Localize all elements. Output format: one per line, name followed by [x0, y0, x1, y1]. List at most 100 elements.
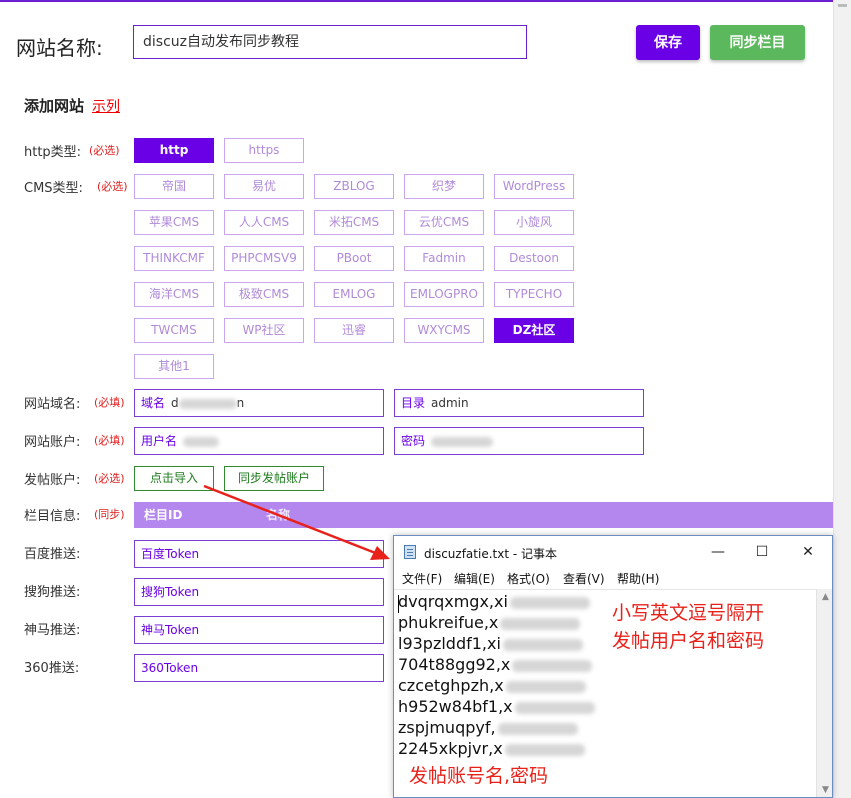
cms-option[interactable]: TWCMS: [134, 318, 214, 343]
username-input[interactable]: 用户名: [134, 427, 384, 455]
blurred-text: [502, 638, 583, 651]
cms-option[interactable]: EMLOG: [314, 282, 394, 307]
cms-option[interactable]: PHPCMSV9: [224, 246, 304, 271]
notepad-icon: [404, 545, 416, 559]
directory-field-label: 目录: [401, 396, 426, 410]
https-option[interactable]: https: [224, 138, 304, 163]
username-field-label: 用户名: [141, 434, 178, 448]
domain-input[interactable]: 域名 d n: [134, 389, 384, 417]
cms-option[interactable]: 人人CMS: [224, 210, 304, 235]
post-account-required: (必选): [94, 472, 125, 485]
notepad-line: czcetghpzh,x: [398, 676, 586, 695]
cms-option[interactable]: 织梦: [404, 174, 484, 199]
cms-option[interactable]: ZBLOG: [314, 174, 394, 199]
menu-view[interactable]: 查看(V): [563, 569, 605, 589]
example-link[interactable]: 示列: [92, 96, 120, 116]
domain-label: 网站域名:: [24, 397, 81, 412]
account-required: (必填): [94, 434, 125, 447]
shenma-token-input[interactable]: 神马Token: [134, 616, 384, 644]
cms-option[interactable]: 极致CMS: [224, 282, 304, 307]
domain-field-suffix: n: [236, 396, 245, 410]
cms-option[interactable]: 米拓CMS: [314, 210, 394, 235]
http-type-label: http类型:: [24, 145, 82, 160]
sync-post-account-button[interactable]: 同步发帖账户: [224, 466, 324, 491]
shenma-push-label: 神马推送:: [24, 623, 81, 638]
cms-option[interactable]: 小旋风: [494, 210, 574, 235]
notepad-line: dvqrqxmgx,xi: [398, 592, 590, 611]
annotation-note-1: 小写英文逗号隔开 发帖用户名和密码: [612, 599, 764, 655]
360-push-label: 360推送:: [24, 661, 80, 676]
scroll-up-icon[interactable]: ▲: [817, 589, 832, 606]
menu-format[interactable]: 格式(O): [507, 569, 550, 589]
notepad-line: zspjmuqpyf,: [398, 718, 578, 737]
close-icon[interactable]: ✕: [798, 542, 818, 562]
cms-option[interactable]: THINKCMF: [134, 246, 214, 271]
blurred-text: [512, 659, 593, 672]
page-scrollbar[interactable]: [833, 0, 851, 798]
baidu-push-label: 百度推送:: [24, 547, 81, 562]
cms-option[interactable]: 云优CMS: [404, 210, 484, 235]
sync-categories-button[interactable]: 同步栏目: [710, 25, 805, 60]
minimize-icon[interactable]: —: [708, 542, 728, 562]
baidu-token-input[interactable]: 百度Token: [134, 540, 384, 568]
notepad-line-text: 704t88gg92,x: [398, 655, 511, 674]
sogou-push-label: 搜狗推送:: [24, 585, 81, 600]
menu-help[interactable]: 帮助(H): [617, 569, 659, 589]
360-token-input[interactable]: 360Token: [134, 654, 384, 682]
domain-required: (必填): [94, 396, 125, 409]
category-label: 栏目信息:: [24, 509, 81, 524]
domain-field-label: 域名: [141, 396, 166, 410]
cms-option[interactable]: 苹果CMS: [134, 210, 214, 235]
cms-option[interactable]: Destoon: [494, 246, 574, 271]
notepad-line: 2245xkpjvr,x: [398, 739, 585, 758]
menu-file[interactable]: 文件(F): [402, 569, 442, 589]
directory-input[interactable]: 目录 admin: [394, 389, 644, 417]
cms-option[interactable]: 其他1: [134, 354, 214, 379]
menu-edit[interactable]: 编辑(E): [454, 569, 495, 589]
cms-option[interactable]: DZ社区: [494, 318, 574, 343]
cms-option[interactable]: 海洋CMS: [134, 282, 214, 307]
cms-type-required: (必选): [97, 180, 128, 193]
category-name-header: 名称: [266, 508, 291, 522]
category-table-header: 栏目ID 名称: [134, 502, 833, 528]
notepad-line: 704t88gg92,x: [398, 655, 593, 674]
blurred-text: [183, 436, 220, 447]
cms-option[interactable]: Fadmin: [404, 246, 484, 271]
cms-option[interactable]: WXYCMS: [404, 318, 484, 343]
cms-option[interactable]: 帝国: [134, 174, 214, 199]
notepad-line-text: dvqrqxmgx,xi: [398, 592, 508, 611]
blurred-text: [505, 680, 586, 693]
cms-option[interactable]: 迅睿: [314, 318, 394, 343]
notepad-scrollbar[interactable]: ▲ ▼: [816, 589, 832, 797]
cms-option[interactable]: TYPECHO: [494, 282, 574, 307]
cms-option[interactable]: WP社区: [224, 318, 304, 343]
blurred-text: [509, 596, 590, 609]
notepad-line-text: czcetghpzh,x: [398, 676, 504, 695]
cms-option[interactable]: EMLOGPRO: [404, 282, 484, 307]
blurred-text: [178, 398, 237, 409]
blurred-text: [514, 701, 595, 714]
notepad-titlebar[interactable]: discuzfatie.txt - 记事本 — ☐ ✕: [394, 536, 832, 568]
cms-option[interactable]: WordPress: [494, 174, 574, 199]
notepad-line-text: phukreifue,x: [398, 613, 499, 632]
http-option[interactable]: http: [134, 138, 214, 163]
cms-type-label: CMS类型:: [24, 181, 83, 196]
maximize-icon[interactable]: ☐: [752, 542, 772, 562]
notepad-menubar: 文件(F) 编辑(E) 格式(O) 查看(V) 帮助(H): [394, 568, 832, 588]
account-label: 网站账户:: [24, 435, 81, 450]
import-button[interactable]: 点击导入: [134, 466, 214, 491]
domain-field-value: d: [171, 396, 179, 410]
notepad-line-text: l93pzlddf1,xi: [398, 634, 501, 653]
scrollbar-thumb[interactable]: [838, 4, 847, 7]
save-button[interactable]: 保存: [636, 25, 700, 60]
blurred-text: [500, 617, 581, 630]
cms-option[interactable]: PBoot: [314, 246, 394, 271]
password-input[interactable]: 密码: [394, 427, 644, 455]
site-name-label: 网站名称:: [16, 36, 103, 60]
scroll-down-icon[interactable]: ▼: [817, 782, 832, 797]
notepad-title: discuzfatie.txt - 记事本: [424, 547, 557, 561]
cms-option[interactable]: 易优: [224, 174, 304, 199]
notepad-window: discuzfatie.txt - 记事本 — ☐ ✕ 文件(F) 编辑(E) …: [393, 535, 833, 798]
sogou-token-input[interactable]: 搜狗Token: [134, 578, 384, 606]
site-name-input[interactable]: discuz自动发布同步教程: [133, 25, 527, 59]
